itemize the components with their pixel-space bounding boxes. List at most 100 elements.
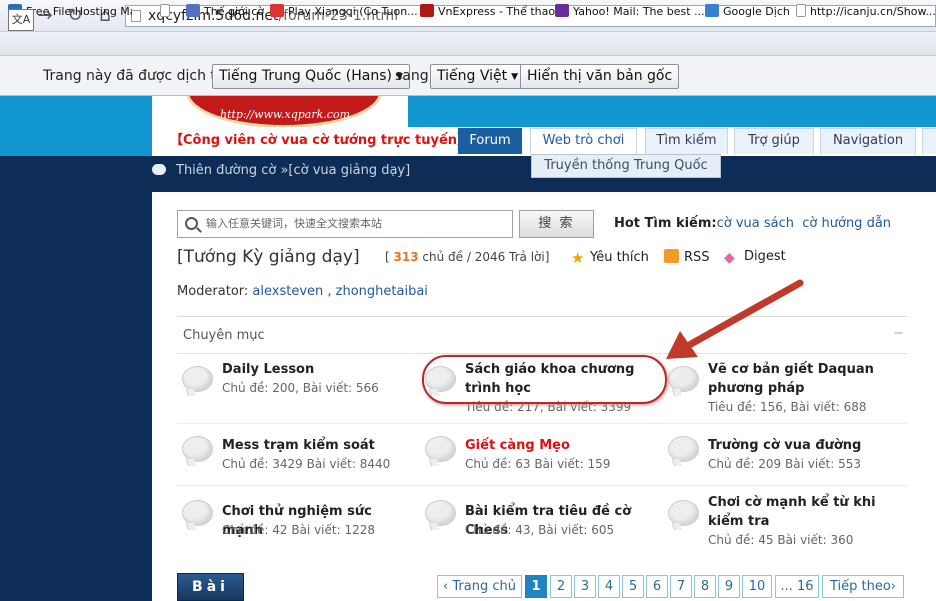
page-number[interactable]: 3 bbox=[574, 575, 596, 598]
bookmark-label: Yahoo! Mail: The best ... bbox=[573, 5, 705, 18]
source-language-select[interactable]: Tiếng Trung Quốc (Hans) ▼ bbox=[212, 64, 410, 89]
translate-middle: sang bbox=[395, 68, 429, 84]
hot-search: Hot Tìm kiếm:cờ vua sách cờ hướng dẫn bbox=[614, 216, 891, 231]
board-bubble-icon bbox=[425, 500, 456, 526]
board-bubble-icon bbox=[668, 500, 699, 526]
chevron-down-icon: ▼ bbox=[511, 72, 519, 82]
page-number[interactable]: 10 bbox=[742, 575, 772, 598]
diamond-icon: ◆ bbox=[724, 250, 735, 266]
breadcrumb[interactable]: Thiên đường cờ »[cờ vua giảng dạy] bbox=[152, 163, 410, 178]
bookmark-icon bbox=[555, 4, 569, 17]
board-name[interactable]: Giết càng Mẹo bbox=[465, 436, 655, 455]
board-name[interactable]: Vẽ cơ bản giết Daquan phương pháp bbox=[708, 360, 906, 398]
collapse-icon[interactable]: − bbox=[893, 326, 904, 341]
show-original-button[interactable]: Hiển thị văn bản gốc bbox=[520, 64, 680, 89]
board-stats: Chủ đề: 209 Bài viết: 553 bbox=[708, 457, 861, 471]
digest-link[interactable]: ◆ Digest bbox=[724, 249, 786, 266]
bookmark-item[interactable]: Thế giới cờ bbox=[186, 3, 264, 21]
page-icon bbox=[131, 10, 141, 22]
board-stats: Chủ đề: 45 Bài viết: 360 bbox=[708, 533, 854, 547]
hot-link[interactable]: cờ vua sách bbox=[717, 216, 794, 231]
prev-page-button[interactable]: ‹ Trang chủ bbox=[437, 575, 522, 598]
page-number[interactable]: 1 bbox=[525, 575, 547, 598]
board-bubble-icon bbox=[182, 436, 213, 462]
target-language-value: Tiếng Việt bbox=[437, 68, 508, 84]
board-stats: Chủ đề: 43, Bài viết: 605 bbox=[465, 523, 615, 537]
rss-icon bbox=[664, 249, 679, 263]
moderator-label: Moderator: bbox=[177, 284, 249, 299]
board-stats: Chủ đề: 63 Bài viết: 159 bbox=[465, 457, 611, 471]
tab-navigation[interactable]: Navigation bbox=[820, 128, 916, 154]
bookmark-icon bbox=[186, 4, 200, 17]
board-bubble-icon bbox=[668, 366, 699, 392]
page-number[interactable]: 6 bbox=[646, 575, 668, 598]
site-logo[interactable]: http://www.xqpark.com bbox=[152, 96, 408, 130]
board-bubble-icon bbox=[182, 366, 213, 392]
next-page-button[interactable]: Tiếp theo› bbox=[822, 575, 904, 598]
favorite-link[interactable]: ★ Yêu thích bbox=[571, 249, 649, 267]
tab-search[interactable]: Tìm kiếm bbox=[645, 128, 728, 154]
bookmark-label: http://icanju.cn/Show... bbox=[810, 5, 936, 18]
tab-brand[interactable]: 【Công viên cờ vua cờ tướng trực tuyến】 bbox=[169, 128, 470, 154]
moderator-links[interactable]: alexsteven , zhonghetaibai bbox=[252, 284, 428, 299]
rss-link[interactable]: RSS bbox=[664, 249, 710, 265]
rss-label: RSS bbox=[684, 250, 710, 265]
digest-label: Digest bbox=[744, 249, 786, 264]
logo-url: http://www.xqpark.com bbox=[220, 108, 351, 121]
search-button[interactable]: 搜 索 bbox=[519, 210, 594, 238]
tab-help[interactable]: Trợ giúp bbox=[734, 128, 814, 154]
board-stats: Chủ đề: 42 Bài viết: 1228 bbox=[222, 523, 375, 537]
page-number[interactable]: 2 bbox=[550, 575, 572, 598]
page-number[interactable]: 5 bbox=[622, 575, 644, 598]
board-name[interactable]: Trường cờ vua đường bbox=[708, 436, 906, 455]
star-icon: ★ bbox=[571, 249, 585, 267]
forum-title: [Tướng Kỳ giảng dạy] bbox=[177, 247, 360, 267]
bookmark-icon bbox=[796, 4, 806, 17]
page-number[interactable]: 8 bbox=[694, 575, 716, 598]
bookmark-label: VnExpress - Thể thao bbox=[438, 5, 556, 18]
bookmark-item[interactable]: VnExpress - Thể thao bbox=[420, 3, 555, 21]
target-language-select[interactable]: Tiếng Việt ▼ bbox=[430, 64, 526, 89]
hot-link[interactable]: cờ hướng dẫn bbox=[802, 216, 891, 231]
bookmark-icon bbox=[160, 4, 170, 17]
bookmark-item[interactable] bbox=[160, 3, 174, 21]
dropdown-item-traditional[interactable]: Truyền thống Trung Quốc bbox=[531, 154, 721, 178]
bookmarks-bar bbox=[0, 32, 936, 56]
search-input[interactable]: 输入任意关键词，快速全文搜索本站 bbox=[177, 210, 513, 238]
translate-prefix: Trang này đã được dịch từ bbox=[43, 68, 225, 84]
search-placeholder: 输入任意关键词，快速全文搜索本站 bbox=[206, 217, 382, 230]
divider bbox=[177, 485, 907, 486]
bookmark-item[interactable]: http://icanju.cn/Show... bbox=[796, 3, 936, 21]
page-number[interactable]: ... 16 bbox=[775, 575, 819, 598]
hot-search-label: Hot Tìm kiếm: bbox=[614, 216, 717, 231]
category-title: Chuyên mục bbox=[183, 328, 265, 343]
tab-forum[interactable]: Forum bbox=[458, 128, 522, 154]
bookmark-item[interactable]: Google Dịch bbox=[705, 3, 790, 21]
breadcrumb-text: Thiên đường cờ »[cờ vua giảng dạy] bbox=[176, 163, 411, 178]
stats-rest: chủ đề / 2046 Trả lời] bbox=[422, 250, 550, 264]
board-stats: Tiêu đề: 156, Bài viết: 688 bbox=[708, 400, 867, 414]
bookmark-label: Free File Hosting Mad bbox=[26, 5, 132, 18]
favorite-label: Yêu thích bbox=[590, 250, 649, 265]
board-bubble-icon bbox=[668, 436, 699, 462]
new-post-button[interactable]: Bài bbox=[177, 573, 244, 601]
chat-icon bbox=[152, 164, 166, 175]
board-name[interactable]: Daily Lesson bbox=[222, 360, 402, 379]
board-bubble-icon bbox=[425, 436, 456, 462]
tab-more[interactable] bbox=[922, 128, 936, 154]
bookmark-label: Play Xiangqi (Co Tuon... bbox=[288, 5, 418, 18]
bookmark-item[interactable]: Yahoo! Mail: The best ... bbox=[555, 3, 705, 21]
forum-stats: [ 313 chủ đề / 2046 Trả lời] bbox=[385, 250, 549, 264]
board-name[interactable]: Mess trạm kiểm soát bbox=[222, 436, 412, 455]
moderators: Moderator: alexsteven , zhonghetaibai bbox=[177, 284, 428, 299]
divider bbox=[177, 423, 907, 424]
page-number[interactable]: 4 bbox=[598, 575, 620, 598]
bookmark-item[interactable]: Play Xiangqi (Co Tuon... bbox=[270, 3, 418, 21]
page-number[interactable]: 9 bbox=[718, 575, 740, 598]
board-bubble-icon bbox=[182, 500, 213, 526]
bookmark-label: Google Dịch bbox=[723, 5, 790, 18]
tab-web-games[interactable]: Web trò chơi bbox=[530, 128, 637, 154]
board-name[interactable]: Chơi cờ mạnh kể từ khi kiểm tra bbox=[708, 493, 908, 531]
board-stats: Chủ đề: 200, Bài viết: 566 bbox=[222, 381, 379, 395]
page-number[interactable]: 7 bbox=[670, 575, 692, 598]
